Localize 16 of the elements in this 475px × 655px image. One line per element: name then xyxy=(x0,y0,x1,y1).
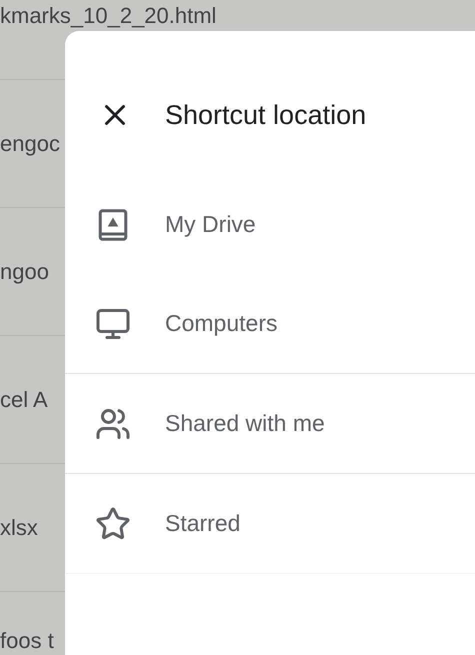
location-item[interactable]: Shared with me xyxy=(65,374,475,473)
location-label: Shared with me xyxy=(165,409,325,438)
location-label: Starred xyxy=(165,509,240,538)
file-name: foos t xyxy=(0,629,54,653)
star-icon xyxy=(95,506,131,542)
file-name: engoc xyxy=(0,132,60,156)
location-item[interactable]: Computers xyxy=(65,274,475,373)
file-name: xlsx xyxy=(0,516,38,540)
file-name: kmarks_10_2_20.html xyxy=(0,4,216,28)
location-item[interactable]: My Drive xyxy=(65,175,475,274)
sheet-title: Shortcut location xyxy=(165,99,366,131)
location-item[interactable]: Starred xyxy=(65,474,475,573)
location-label: Computers xyxy=(165,309,278,338)
file-name: ngoo xyxy=(0,260,49,284)
file-name: cel A xyxy=(0,388,48,412)
location-label: My Drive xyxy=(165,210,256,240)
